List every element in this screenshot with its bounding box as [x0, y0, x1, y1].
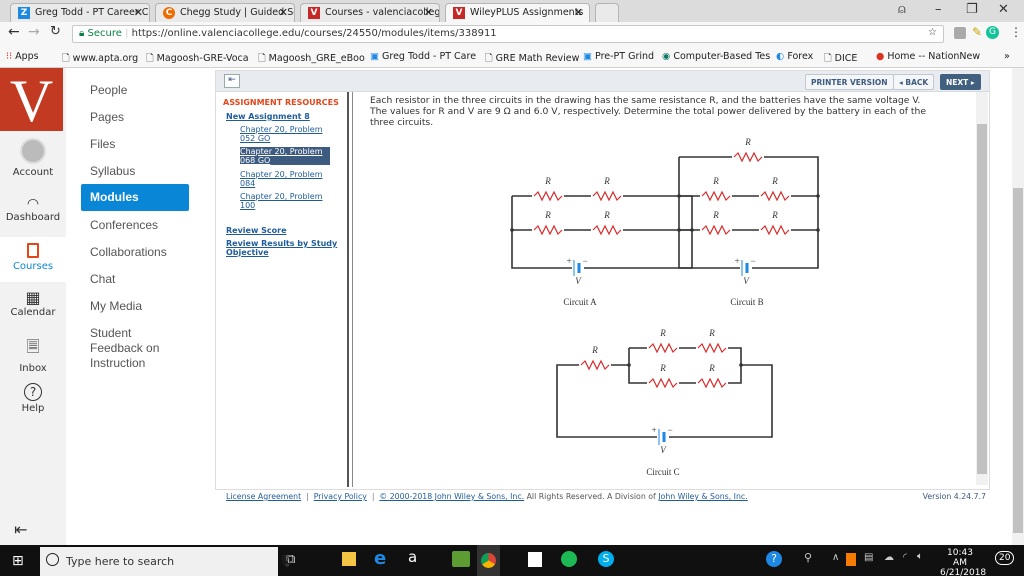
battery-minus-label: −	[667, 425, 673, 435]
junction-dot	[510, 228, 514, 232]
copyright-link[interactable]: © 2000-2018 John Wiley & Sons, Inc.	[379, 492, 524, 501]
edge-icon[interactable]: e	[374, 548, 386, 569]
version-text: Version 4.24.7.7	[922, 492, 986, 501]
resistor-label: R	[659, 328, 666, 338]
microphone-icon[interactable]: 🎙︎	[279, 554, 294, 568]
battery-plus-label: +	[734, 256, 740, 266]
junction-dot	[816, 228, 820, 232]
search-circle-icon	[46, 553, 59, 566]
page-scrollbar[interactable]	[1012, 68, 1024, 545]
resistor-label: R	[603, 176, 610, 186]
junction-dot	[690, 228, 694, 232]
resistor-label: R	[708, 328, 715, 338]
wiley-link[interactable]: John Wiley & Sons, Inc.	[658, 492, 747, 501]
circuit-c-caption: Circuit C	[646, 467, 679, 477]
battery-label: V	[743, 276, 750, 286]
windows-start-icon[interactable]: ⊞	[12, 553, 24, 569]
rights-text: All Rights Reserved. A Division of	[524, 492, 659, 501]
junction-dot	[739, 363, 743, 367]
resistor-label: R	[744, 137, 751, 147]
wifi-icon[interactable]: ◜	[903, 552, 907, 563]
resistor-label: R	[708, 363, 715, 373]
taskbar-search-input[interactable]: Type here to search 🎙︎	[40, 547, 294, 576]
notes-icon[interactable]	[528, 552, 542, 567]
battery-label: V	[575, 276, 582, 286]
battery-plus-label: +	[566, 256, 572, 266]
wire	[556, 364, 773, 438]
skype-icon[interactable]: S	[598, 551, 614, 567]
chrome-taskbar-button[interactable]	[477, 545, 500, 576]
battery-label: V	[660, 445, 667, 455]
resistor-label: R	[544, 210, 551, 220]
resistor-label: R	[771, 210, 778, 220]
volume-icon[interactable]: 🔈︎	[917, 551, 923, 562]
privacy-link[interactable]: Privacy Policy	[314, 492, 367, 501]
search-placeholder: Type here to search	[66, 555, 175, 568]
java-tray-icon[interactable]	[846, 553, 856, 566]
battery-plus-label: +	[651, 425, 657, 435]
notifications-badge[interactable]: 20	[995, 551, 1015, 565]
junction-dot	[816, 194, 820, 198]
circuit-b-caption: Circuit B	[730, 297, 763, 307]
junction-dot	[677, 194, 681, 198]
resistor-label: R	[712, 176, 719, 186]
resistor-label: R	[544, 176, 551, 186]
circuit-a-caption: Circuit A	[563, 297, 597, 307]
tripadvisor-icon[interactable]	[452, 551, 470, 567]
time: 10:43 AM	[947, 548, 973, 568]
network-device-icon[interactable]: ▤	[864, 552, 873, 563]
amazon-icon[interactable]: a	[408, 548, 417, 566]
people-icon[interactable]: ⚲	[804, 551, 812, 564]
wire	[628, 347, 742, 384]
resistor-label: R	[771, 176, 778, 186]
junction-dot	[677, 228, 681, 232]
resistor-label: R	[712, 210, 719, 220]
license-link[interactable]: License Agreement	[226, 492, 301, 501]
file-explorer-icon[interactable]	[342, 552, 356, 566]
battery-minus-label: −	[750, 256, 756, 266]
circuit-diagrams: R RR R+ −VRR RR R+ −VRR RR R+ −V Circuit A Circui…	[510, 137, 820, 477]
tray-chevron-icon[interactable]: ∧	[832, 552, 839, 563]
resistor-label: R	[591, 345, 598, 355]
clock[interactable]: 10:43 AM 6/21/2018	[940, 548, 986, 578]
onedrive-icon[interactable]: ☁	[884, 552, 894, 563]
date: 6/21/2018	[940, 568, 987, 578]
footer: License Agreement | Privacy Policy | © 2…	[226, 492, 986, 501]
resistor-label: R	[659, 363, 666, 373]
junction-dot	[627, 363, 631, 367]
resistor-label: R	[603, 210, 610, 220]
help-tray-icon[interactable]: ?	[766, 551, 782, 567]
battery-minus-label: −	[582, 256, 588, 266]
spotify-icon[interactable]	[561, 551, 577, 567]
wire	[678, 156, 819, 269]
